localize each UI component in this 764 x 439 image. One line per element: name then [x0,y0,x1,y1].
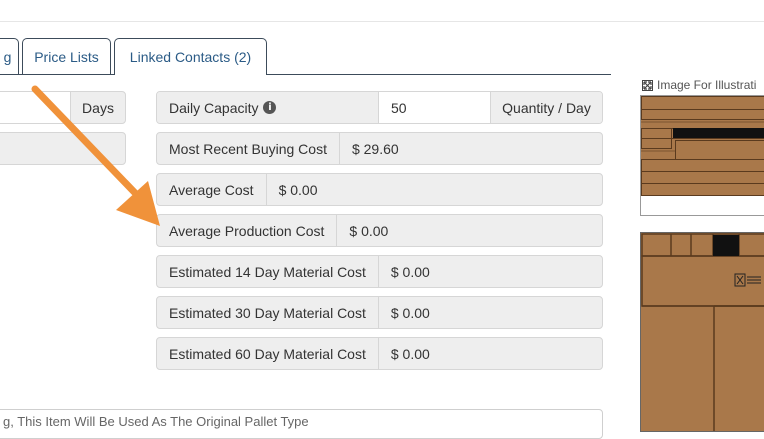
cost-value: $ 0.00 [391,264,430,280]
info-icon[interactable]: i [263,101,276,114]
average-cost-field: Average Cost $ 0.00 [156,173,603,206]
original-pallet-type-text: g, This Item Will Be Used As The Origina… [3,414,309,429]
cost-label: Estimated 30 Day Material Cost [169,305,366,321]
daily-capacity-label-cell: Daily Capacity i [157,92,379,123]
pallet-side-illustration [641,96,764,216]
cost-label-cell: Most Recent Buying Cost [157,133,340,164]
most-recent-buying-cost-field: Most Recent Buying Cost $ 29.60 [156,132,603,165]
cost-label-cell: Estimated 30 Day Material Cost [157,297,379,328]
image-caption: Image For Illustrati [642,78,756,92]
daily-capacity-input[interactable]: 50 [379,92,491,123]
expand-icon[interactable] [642,80,653,91]
original-pallet-type-field[interactable]: g, This Item Will Be Used As The Origina… [0,409,603,439]
cost-value: $ 0.00 [391,305,430,321]
tab-price-lists[interactable]: Price Lists [22,38,111,74]
daily-capacity-value: 50 [391,100,407,116]
left-readonly-field [0,132,126,165]
cost-value: $ 0.00 [391,346,430,362]
cost-label: Estimated 14 Day Material Cost [169,264,366,280]
cost-value: $ 0.00 [279,182,318,198]
tab-bar-baseline [0,74,611,75]
cost-value-cell: $ 0.00 [379,256,442,287]
cost-label-cell: Estimated 14 Day Material Cost [157,256,379,287]
cost-value-cell: $ 0.00 [267,174,330,205]
days-addon-label: Days [82,100,114,116]
tab-label: Price Lists [34,49,99,65]
tab-label: Linked Contacts (2) [130,49,251,65]
tab-linked-contacts[interactable]: Linked Contacts (2) [114,38,267,75]
tab-label: g [0,49,11,65]
pallet-top-image[interactable] [640,232,764,432]
cost-label-cell: Average Cost [157,174,267,205]
cost-label: Average Cost [169,182,254,198]
estimated-30-day-material-cost-field: Estimated 30 Day Material Cost $ 0.00 [156,296,603,329]
cost-label: Average Production Cost [169,223,324,239]
daily-capacity-unit: Quantity / Day [491,92,602,123]
average-production-cost-field: Average Production Cost $ 0.00 [156,214,603,247]
cost-value: $ 29.60 [352,141,399,157]
cost-label: Estimated 60 Day Material Cost [169,346,366,362]
header-divider [0,21,764,22]
daily-capacity-label: Daily Capacity [169,100,258,116]
days-addon: Days [70,91,126,124]
tab-partial[interactable]: g [0,38,19,74]
image-caption-text: Image For Illustrati [657,78,756,92]
pallet-side-image[interactable] [640,95,764,216]
pallet-top-illustration [641,233,764,432]
cost-value-cell: $ 0.00 [337,215,400,246]
cost-value-cell: $ 0.00 [379,297,442,328]
tab-bar: g Price Lists Linked Contacts (2) [0,38,611,75]
lead-time-input[interactable] [0,91,71,124]
cost-value-cell: $ 0.00 [379,338,442,369]
cost-label-cell: Estimated 60 Day Material Cost [157,338,379,369]
cost-label-cell: Average Production Cost [157,215,337,246]
daily-capacity-group: Daily Capacity i 50 Quantity / Day [156,91,603,124]
cost-label: Most Recent Buying Cost [169,141,327,157]
cost-value-cell: $ 29.60 [340,133,411,164]
estimated-60-day-material-cost-field: Estimated 60 Day Material Cost $ 0.00 [156,337,603,370]
cost-value: $ 0.00 [349,223,388,239]
daily-capacity-unit-label: Quantity / Day [502,100,591,116]
estimated-14-day-material-cost-field: Estimated 14 Day Material Cost $ 0.00 [156,255,603,288]
